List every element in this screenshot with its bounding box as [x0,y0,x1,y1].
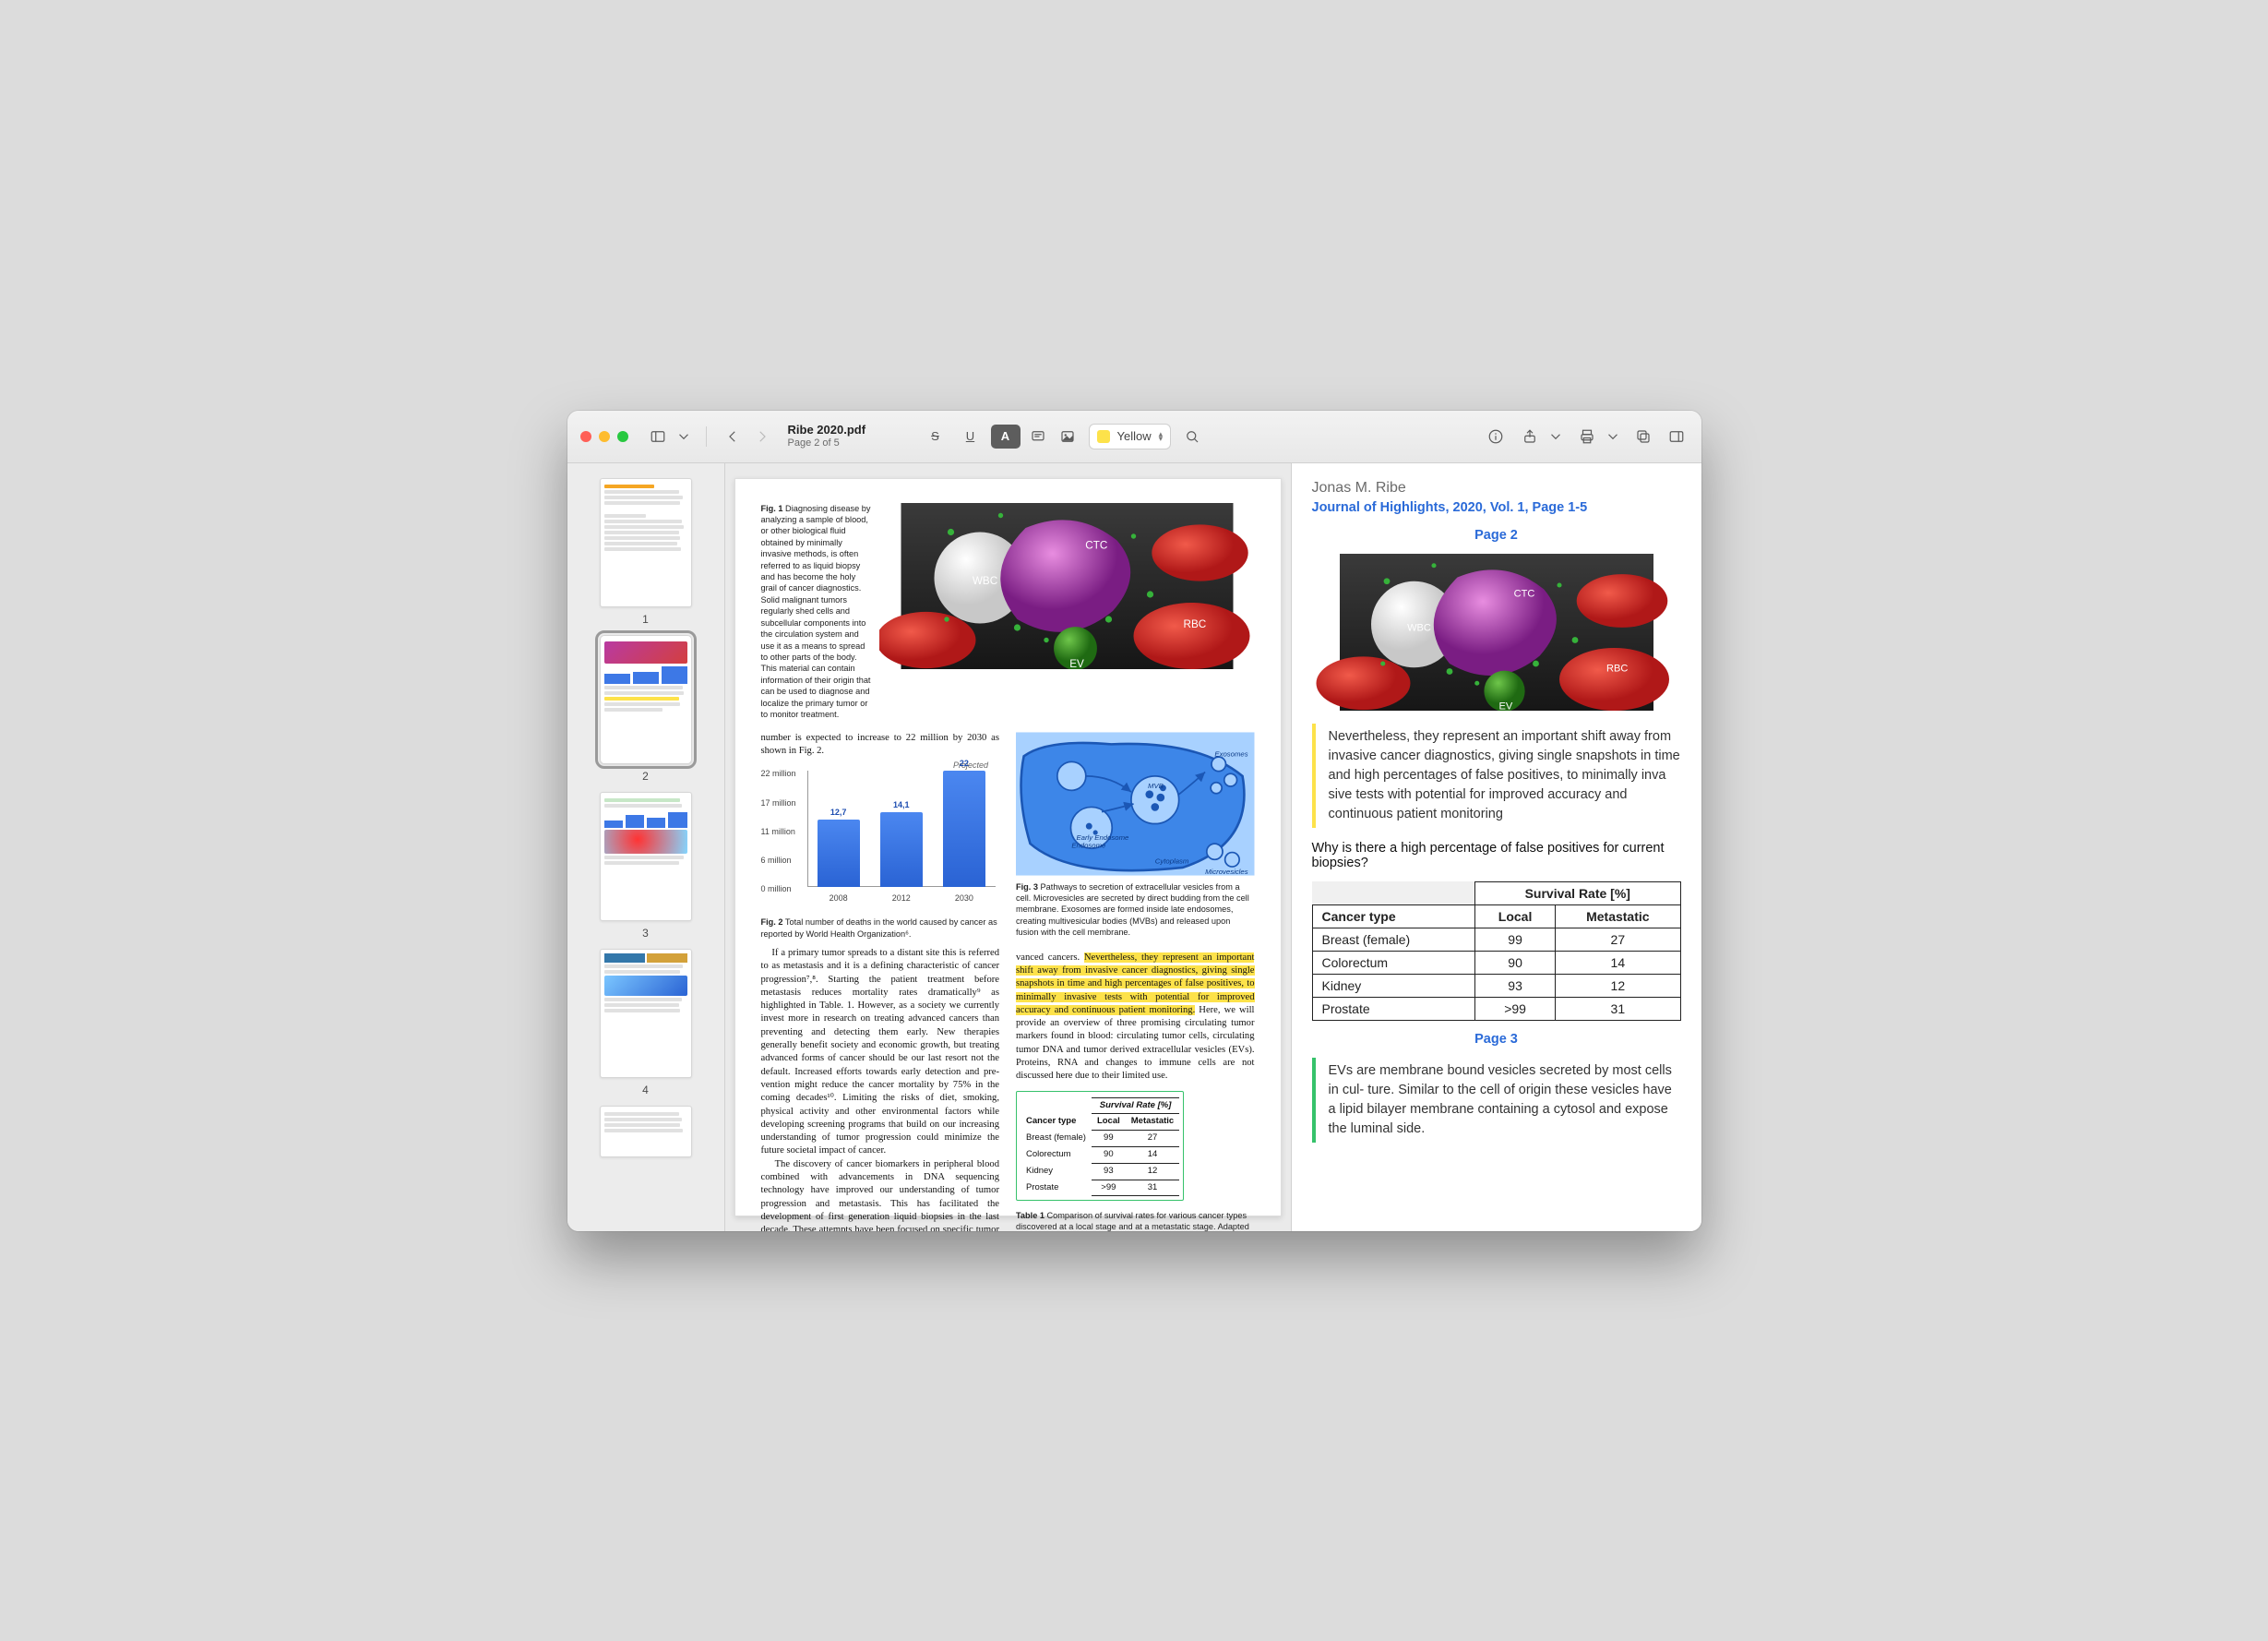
info-icon[interactable] [1484,425,1508,449]
pdf-page: Fig. 1 Diagnosing disease by analyzing a… [734,478,1282,1216]
fig1-image [879,503,1255,669]
highlight-color-label: Yellow [1117,429,1152,443]
copy-icon[interactable] [1631,425,1655,449]
thumbnail-page[interactable]: 2 [596,635,696,783]
stepper-icon: ▴▾ [1159,432,1164,441]
toolbar: Ribe 2020.pdf Page 2 of 5 S U A Yellow ▴… [567,411,1701,463]
lead-text: number is expected to increase to 22 mil… [761,732,1000,759]
strikethrough-button[interactable]: S [921,425,950,449]
app-window: Ribe 2020.pdf Page 2 of 5 S U A Yellow ▴… [567,411,1701,1231]
thumbnail-page[interactable]: 3 [596,792,696,940]
document-title: Ribe 2020.pdf [788,424,899,437]
highlight-color-swatch [1097,430,1110,443]
minimize-window[interactable] [599,431,610,442]
table1-caption: Table 1 Comparison of survival rates for… [1016,1210,1255,1231]
nav-forward-icon[interactable] [749,424,775,449]
sidebar-user-note[interactable]: Why is there a high percentage of false … [1312,841,1681,870]
thumbnail-label: 1 [642,613,649,626]
close-window[interactable] [580,431,591,442]
sidebar-table: Survival Rate [%] Cancer typeLocalMetast… [1312,881,1681,1021]
highlight-color-picker[interactable]: Yellow ▴▾ [1089,424,1172,449]
note-icon[interactable] [1026,425,1050,449]
print-menu-chevron-icon[interactable] [1604,424,1622,449]
fig3-image [1016,730,1255,878]
right-panel-toggle-icon[interactable] [1665,425,1689,449]
document-title-block: Ribe 2020.pdf Page 2 of 5 [788,424,899,449]
sidebar-page-heading: Page 2 [1312,528,1681,543]
fig1-caption: Fig. 1 Diagnosing disease by analyzing a… [761,503,872,721]
document-subtitle: Page 2 of 5 [788,437,899,449]
page-viewport[interactable]: Fig. 1 Diagnosing disease by analyzing a… [725,463,1291,1231]
zoom-window[interactable] [617,431,628,442]
underline-button[interactable]: U [956,425,985,449]
thumbnail-page[interactable] [596,1106,696,1157]
fig3-caption: Fig. 3 Pathways to secretion of extracel… [1016,881,1255,939]
text-color-button[interactable]: A [991,425,1021,449]
sidebar-image-clip[interactable] [1312,554,1681,711]
format-buttons: S U A [921,425,1080,449]
sidebar-menu-chevron-icon[interactable] [674,424,693,449]
share-menu-chevron-icon[interactable] [1546,424,1565,449]
table1-box: Survival Rate [%] Cancer typeLocalMetast… [1016,1091,1184,1202]
notes-sidebar[interactable]: Jonas M. Ribe Journal of Highlights, 202… [1291,463,1701,1231]
traffic-lights [580,431,628,442]
thumbnail-page[interactable]: 4 [596,949,696,1096]
thumbnail-label: 2 [642,770,649,783]
table1: Survival Rate [%] Cancer typeLocalMetast… [1021,1097,1179,1197]
sidebar-page-heading: Page 3 [1312,1032,1681,1047]
thumbnail-page[interactable]: 1 [596,478,696,626]
nav-back-icon[interactable] [720,424,746,449]
fig2-chart: Projected0 million6 million11 million17 … [761,765,1000,940]
thumbnail-label: 3 [642,927,649,940]
sidebar-author: Jonas M. Ribe [1312,480,1681,497]
thumbnail-panel[interactable]: 1 2 3 4 [567,463,725,1231]
search-icon[interactable] [1180,425,1204,449]
image-icon[interactable] [1056,425,1080,449]
print-icon[interactable] [1574,424,1600,449]
body-left: If a primary tumor spreads to a distant … [761,947,1000,1231]
sidebar-highlight-yellow[interactable]: Nevertheless, they represent an importan… [1312,724,1681,828]
sidebar-highlight-green[interactable]: EVs are membrane bound vesicles secreted… [1312,1058,1681,1143]
sidebar-reference: Journal of Highlights, 2020, Vol. 1, Pag… [1312,500,1681,515]
thumbnail-label: 4 [642,1084,649,1096]
body-right: vanced cancers. Nevertheless, they repre… [1016,952,1255,1084]
sidebar-toggle-icon[interactable] [645,424,671,449]
share-icon[interactable] [1517,424,1543,449]
